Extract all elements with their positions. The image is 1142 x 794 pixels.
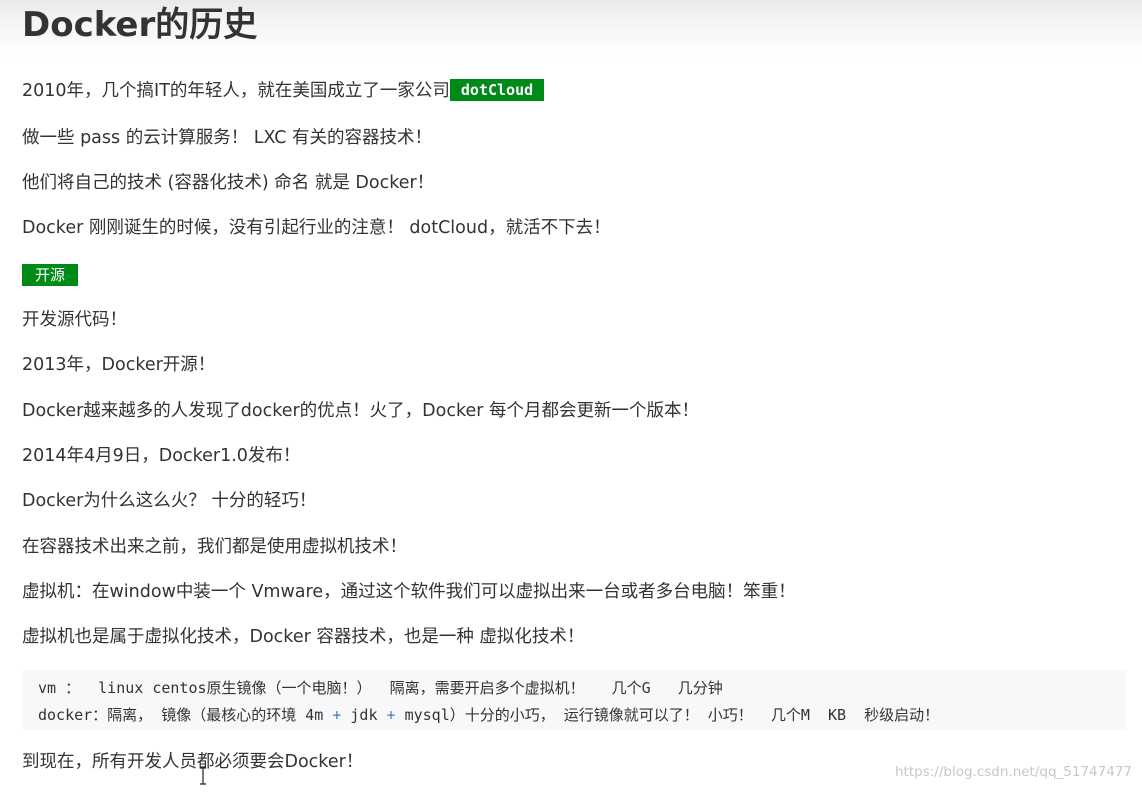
- paragraph-3: 他们将自己的技术 (容器化技术) 命名 就是 Docker！: [22, 173, 435, 193]
- code-line-2-part-b: jdk: [341, 706, 387, 724]
- page-title: Docker的历史: [22, 5, 258, 45]
- paragraph-13: 到现在，所有开发人员都必须要会Docker！: [22, 752, 364, 772]
- code-line-1: vm ： linux centos原生镜像（一个电脑！） 隔离，需要开启多个虚拟…: [38, 679, 723, 697]
- dotcloud-code-tag: dotCloud: [449, 79, 545, 101]
- paragraph-1-text: 2010年，几个搞IT的年轻人，就在美国成立了一家公司: [22, 81, 450, 101]
- paragraph-1: 2010年，几个搞IT的年轻人，就在美国成立了一家公司 dotCloud: [22, 79, 545, 103]
- document-page: Docker的历史 2010年，几个搞IT的年轻人，就在美国成立了一家公司 dot…: [0, 0, 1142, 794]
- paragraph-2: 做一些 pass 的云计算服务！ LXC 有关的容器技术！: [22, 128, 433, 148]
- paragraph-5: 开发源代码！: [22, 310, 127, 330]
- paragraph-11: 虚拟机：在window中装一个 Vmware，通过这个软件我们可以虚拟出来一台或…: [22, 582, 796, 602]
- paragraph-12: 虚拟机也是属于虚拟化技术，Docker 容器技术，也是一种 虚拟化技术！: [22, 627, 585, 647]
- paragraph-9: Docker为什么这么火？ 十分的轻巧！: [22, 491, 317, 511]
- open-source-tag: 开源: [22, 264, 79, 286]
- code-plus-operator: +: [386, 706, 396, 724]
- paragraph-8: 2014年4月9日，Docker1.0发布！: [22, 446, 301, 466]
- open-source-tag-line: 开源: [22, 263, 79, 287]
- paragraph-6: 2013年，Docker开源！: [22, 355, 216, 375]
- text-cursor-icon: [200, 767, 206, 785]
- paragraph-7: Docker越来越多的人发现了docker的优点！火了，Docker 每个月都会…: [22, 401, 700, 421]
- watermark-url: https://blog.csdn.net/qq_51747477: [894, 764, 1132, 780]
- code-line-2-part-a: docker：隔离， 镜像（最核心的环境 4m: [38, 706, 333, 724]
- code-block: vm ： linux centos原生镜像（一个电脑！） 隔离，需要开启多个虚拟…: [22, 670, 1126, 730]
- code-line-2: docker：隔离， 镜像（最核心的环境 4m + jdk + mysql）十分…: [38, 706, 939, 724]
- code-line-2-part-c: mysql）十分的小巧， 运行镜像就可以了！ 小巧！ 几个M KB 秒级启动！: [395, 706, 940, 724]
- paragraph-4: Docker 刚刚诞生的时候，没有引起行业的注意！ dotCloud，就活不下去…: [22, 218, 611, 238]
- paragraph-10: 在容器技术出来之前，我们都是使用虚拟机技术！: [22, 537, 407, 557]
